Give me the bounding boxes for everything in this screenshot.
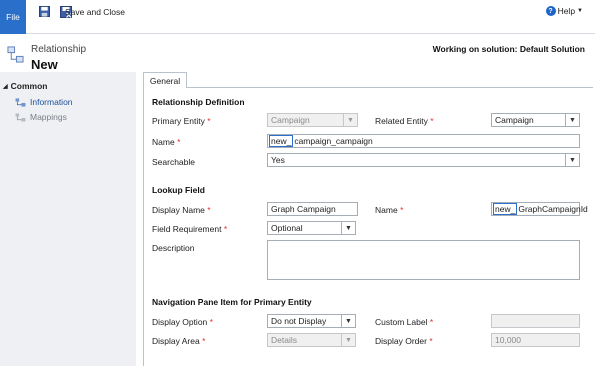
nav-section-common[interactable]: ◢ Common (3, 81, 47, 91)
display-name-label: Display Name * (152, 205, 211, 215)
page-title: New (31, 57, 58, 72)
name-value: campaign_campaign (294, 136, 373, 146)
nav-section-label: Common (10, 81, 48, 91)
required-star: * (207, 116, 211, 126)
custom-label-label: Custom Label * (375, 317, 434, 327)
display-option-select[interactable]: Do not Display ▼ (267, 314, 356, 328)
help-label: Help (557, 6, 576, 16)
searchable-select[interactable]: Yes ▼ (267, 153, 580, 167)
lookup-name-value: GraphCampaignId (518, 204, 588, 214)
required-star: * (207, 205, 211, 215)
display-order-input[interactable]: 10,000 (491, 333, 580, 347)
required-star: * (429, 317, 434, 327)
display-name-input[interactable]: Graph Campaign (267, 202, 358, 216)
display-area-select[interactable]: Details ▼ (267, 333, 356, 347)
tab-general[interactable]: General (143, 72, 187, 88)
related-entity-value: Campaign (495, 115, 534, 125)
ribbon: File Save and Close ? Help ▼ (0, 0, 595, 34)
description-label: Description (152, 243, 195, 253)
help-menu[interactable]: ? Help ▼ (545, 6, 583, 16)
relationship-icon (7, 46, 24, 63)
chevron-down-icon: ▼ (565, 114, 579, 126)
primary-entity-value: Campaign (271, 115, 310, 125)
required-star: * (223, 224, 228, 234)
field-requirement-value: Optional (271, 223, 303, 233)
display-area-label: Display Area * (152, 336, 206, 346)
lookup-name-input[interactable]: new_ GraphCampaignId (491, 202, 588, 216)
chevron-down-icon: ▼ (341, 315, 355, 327)
chevron-down-icon: ▼ (341, 334, 355, 346)
nav-item-mappings[interactable]: Mappings (15, 112, 67, 122)
required-star: * (429, 336, 433, 346)
required-star: * (209, 317, 213, 327)
chevron-down-icon: ▼ (343, 114, 357, 126)
save-icon[interactable] (39, 6, 50, 17)
nav-item-label: Information (30, 97, 73, 107)
searchable-value: Yes (271, 155, 285, 165)
nav-item-label: Mappings (30, 112, 67, 122)
section-lookup-field: Lookup Field (152, 185, 205, 195)
required-star: * (202, 336, 206, 346)
file-tab[interactable]: File (0, 0, 26, 34)
section-relationship-definition: Relationship Definition (152, 97, 245, 107)
display-order-value: 10,000 (495, 335, 521, 345)
display-order-label: Display Order * (375, 336, 433, 346)
required-star: * (400, 205, 404, 215)
nav-item-information[interactable]: Information (15, 97, 73, 107)
chevron-down-icon: ▼ (341, 222, 355, 234)
save-and-close-button[interactable]: Save and Close (60, 6, 125, 18)
information-icon (15, 97, 26, 107)
field-requirement-select[interactable]: Optional ▼ (267, 221, 356, 235)
field-requirement-label: Field Requirement * (152, 224, 228, 234)
required-star: * (177, 137, 181, 147)
help-icon: ? (545, 6, 556, 16)
display-option-value: Do not Display (271, 316, 327, 326)
display-name-value: Graph Campaign (271, 204, 336, 214)
name-label: Name * (152, 137, 181, 147)
entity-type-label: Relationship (31, 44, 87, 55)
save-and-close-label: Save and Close (65, 7, 126, 17)
display-option-label: Display Option * (152, 317, 213, 327)
collapse-triangle-icon: ◢ (3, 83, 8, 90)
name-prefix: new_ (269, 135, 294, 147)
relationship-name-input[interactable]: new_ campaign_campaign (267, 134, 580, 148)
display-area-value: Details (271, 335, 297, 345)
related-entity-select[interactable]: Campaign ▼ (491, 113, 580, 127)
section-navigation-pane: Navigation Pane Item for Primary Entity (152, 297, 312, 307)
left-navigation: ◢ Common Information Mappings (0, 72, 136, 366)
searchable-label: Searchable (152, 157, 196, 167)
chevron-down-icon: ▼ (577, 8, 583, 14)
description-textarea[interactable] (267, 240, 580, 280)
primary-entity-select[interactable]: Campaign ▼ (267, 113, 358, 127)
primary-entity-label: Primary Entity * (152, 116, 211, 126)
mappings-icon (15, 112, 26, 122)
custom-label-input[interactable] (491, 314, 580, 328)
lookup-name-label: Name * (375, 205, 404, 215)
name-prefix: new_ (493, 203, 518, 215)
solution-label: Working on solution: Default Solution (432, 44, 585, 54)
related-entity-label: Related Entity * (375, 116, 434, 126)
required-star: * (430, 116, 434, 126)
chevron-down-icon: ▼ (565, 154, 579, 166)
